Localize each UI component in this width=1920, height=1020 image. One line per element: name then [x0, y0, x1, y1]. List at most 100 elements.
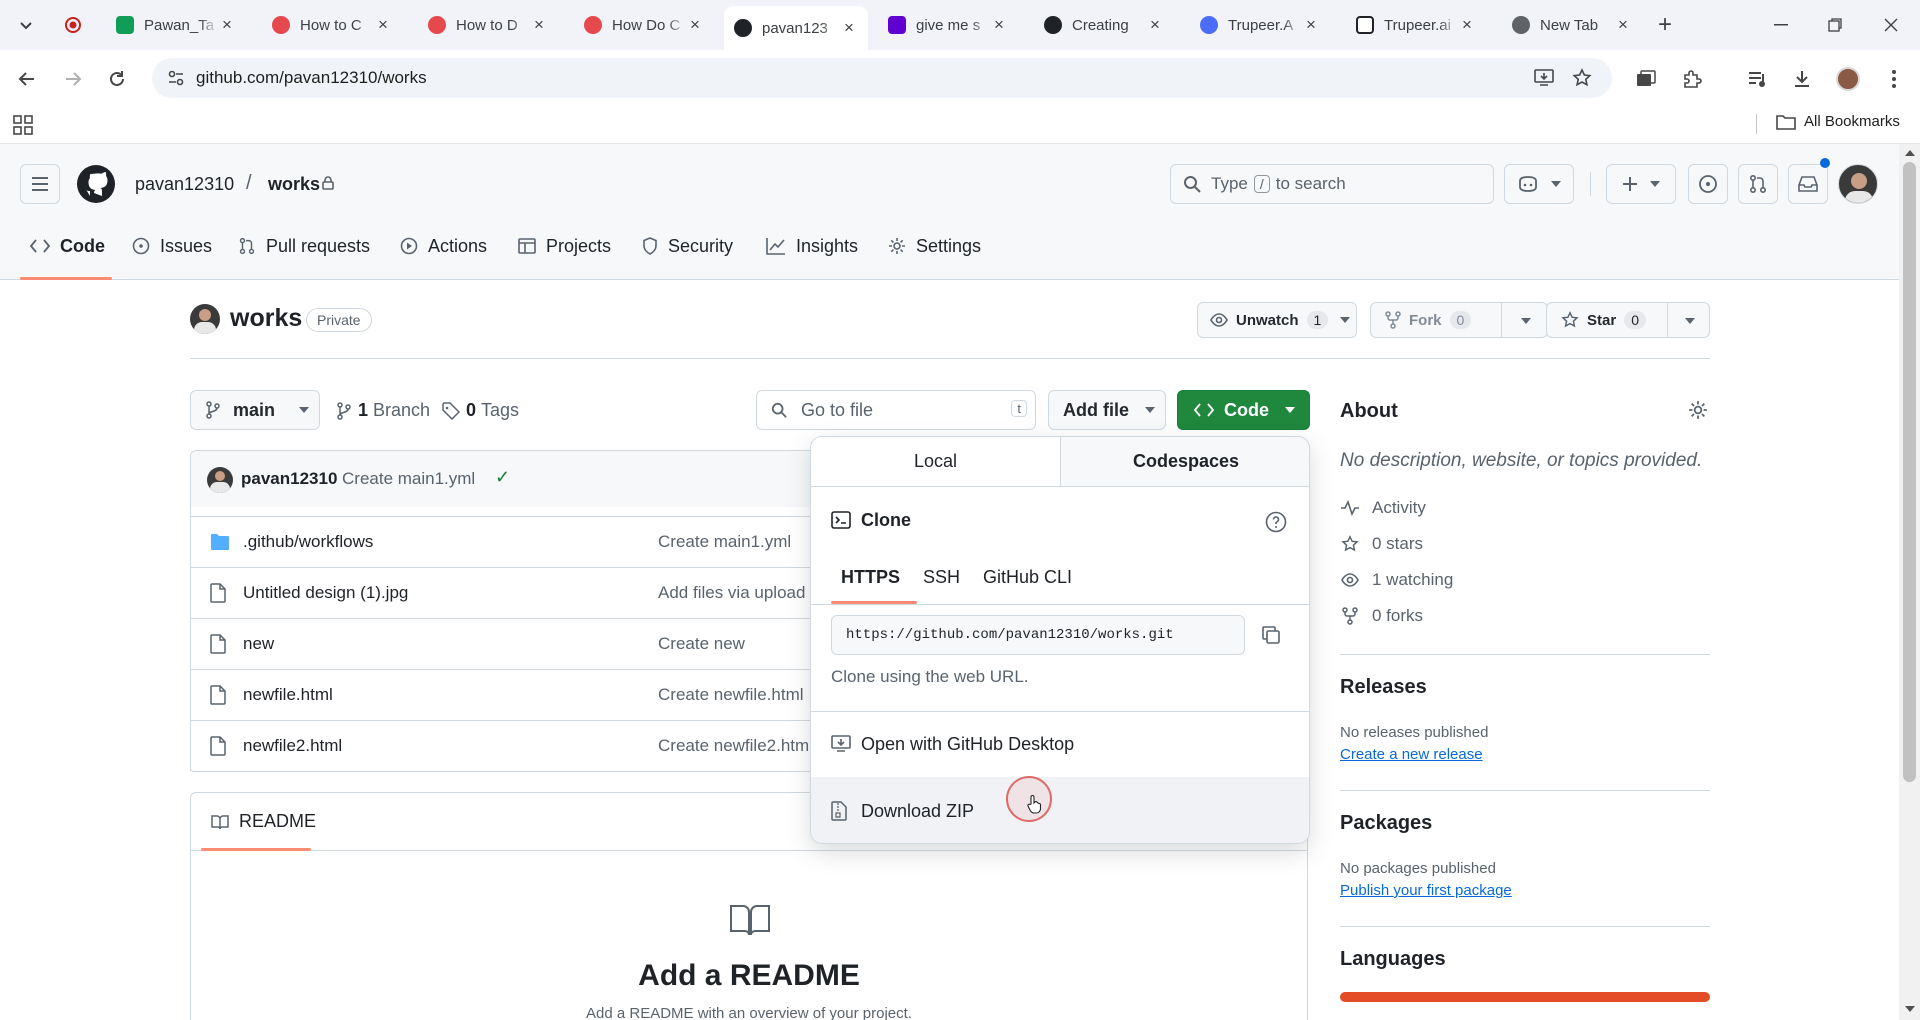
clone-url-input[interactable]: https://github.com/pavan12310/works.git — [831, 615, 1245, 655]
close-tab-icon[interactable]: × — [1614, 15, 1632, 35]
nav-tab-settings[interactable]: Settings — [888, 226, 981, 266]
download-zip[interactable]: Download ZIP — [811, 777, 1309, 843]
tab-groups-icon[interactable] — [1632, 66, 1660, 92]
close-tab-icon[interactable]: × — [374, 15, 392, 35]
scroll-up-icon[interactable] — [1905, 150, 1915, 156]
browser-tab[interactable]: New Tab × — [1502, 8, 1642, 42]
repo-link[interactable]: works — [268, 174, 320, 195]
minimize-icon[interactable] — [1768, 12, 1794, 38]
copy-icon[interactable] — [1261, 625, 1281, 645]
forks-link[interactable]: 0 forks — [1340, 606, 1423, 626]
help-icon[interactable] — [1265, 511, 1287, 533]
recording-dot-icon[interactable] — [64, 16, 82, 34]
close-tab-icon[interactable]: × — [840, 18, 858, 38]
media-controls-icon[interactable] — [1744, 66, 1772, 92]
browser-tab[interactable]: give me s × — [878, 8, 1018, 42]
branches-link[interactable]: 1 Branch — [336, 400, 430, 421]
browser-tab[interactable]: How to C × — [262, 8, 402, 42]
url-text[interactable]: github.com/pavan12310/works — [196, 68, 427, 88]
address-bar[interactable]: github.com/pavan12310/works — [152, 58, 1612, 98]
nav-tab-insights[interactable]: Insights — [766, 226, 858, 266]
owner-link[interactable]: pavan12310 — [135, 174, 234, 195]
issues-button[interactable] — [1688, 164, 1728, 204]
subtab-github-cli[interactable]: GitHub CLI — [983, 567, 1072, 588]
close-tab-icon[interactable]: × — [990, 15, 1008, 35]
code-button[interactable]: Code — [1177, 390, 1310, 430]
commit-message[interactable]: Create main1.yml — [342, 469, 475, 489]
publish-package-link[interactable]: Publish your first package — [1340, 882, 1512, 899]
watching-link[interactable]: 1 watching — [1340, 570, 1453, 590]
browser-tab[interactable]: Creating × — [1034, 8, 1174, 42]
tab-local[interactable]: Local — [811, 437, 1061, 487]
browser-tab-active[interactable]: pavan123 × — [724, 6, 868, 50]
gear-icon[interactable] — [1688, 400, 1708, 420]
file-name[interactable]: newfile.html — [243, 685, 333, 705]
close-tab-icon[interactable]: × — [1146, 15, 1164, 35]
add-file-button[interactable]: Add file — [1048, 390, 1166, 430]
copilot-button[interactable] — [1504, 164, 1574, 204]
star-button[interactable]: Star 0 — [1546, 302, 1710, 338]
branch-selector[interactable]: main — [190, 390, 320, 430]
tab-codespaces[interactable]: Codespaces — [1061, 437, 1309, 487]
close-tab-icon[interactable]: × — [1302, 15, 1320, 35]
github-logo-icon[interactable] — [76, 164, 116, 204]
page-scrollbar[interactable] — [1899, 144, 1920, 1020]
open-github-desktop[interactable]: Open with GitHub Desktop — [811, 712, 1309, 776]
file-commit-message[interactable]: Create main1.yml — [658, 532, 791, 552]
restore-icon[interactable] — [1822, 12, 1848, 38]
back-icon[interactable] — [14, 66, 40, 92]
releases-heading[interactable]: Releases — [1340, 676, 1427, 699]
nav-tab-code[interactable]: Code — [30, 226, 105, 266]
fork-button[interactable]: Fork 0 — [1370, 302, 1548, 338]
file-commit-message[interactable]: Add files via upload — [658, 583, 805, 603]
activity-link[interactable]: Activity — [1340, 498, 1426, 518]
apps-grid-icon[interactable] — [12, 115, 34, 135]
nav-tab-actions[interactable]: Actions — [400, 226, 487, 266]
subtab-ssh[interactable]: SSH — [923, 567, 960, 588]
pull-requests-button[interactable] — [1738, 164, 1778, 204]
create-release-link[interactable]: Create a new release — [1340, 746, 1483, 763]
go-to-file-input[interactable]: Go to file t — [756, 390, 1036, 430]
close-tab-icon[interactable]: × — [686, 15, 704, 35]
forward-icon[interactable] — [60, 66, 86, 92]
file-commit-message[interactable]: Create newfile.html — [658, 685, 804, 705]
check-icon[interactable]: ✓ — [495, 467, 510, 488]
close-window-icon[interactable] — [1878, 12, 1904, 38]
downloads-icon[interactable] — [1788, 66, 1816, 92]
readme-tab[interactable]: README — [211, 811, 316, 832]
commit-author[interactable]: pavan12310 — [241, 469, 337, 489]
browser-tab[interactable]: How to D × — [418, 8, 558, 42]
stars-link[interactable]: 0 stars — [1340, 534, 1423, 554]
create-new-button[interactable] — [1606, 164, 1676, 204]
browser-tab[interactable]: How Do C × — [574, 8, 714, 42]
new-tab-icon[interactable]: + — [1652, 11, 1678, 38]
nav-tab-projects[interactable]: Projects — [518, 226, 611, 266]
extensions-icon[interactable] — [1678, 66, 1706, 92]
tags-link[interactable]: 0 Tags — [442, 400, 519, 421]
hamburger-menu-button[interactable] — [20, 164, 60, 204]
install-app-icon[interactable] — [1532, 66, 1556, 90]
reload-icon[interactable] — [104, 66, 130, 92]
file-name[interactable]: .github/workflows — [243, 532, 373, 552]
file-commit-message[interactable]: Create new — [658, 634, 745, 654]
scrollbar-thumb[interactable] — [1903, 162, 1916, 782]
browser-tab[interactable]: Trupeer.A × — [1190, 8, 1330, 42]
inbox-button[interactable] — [1788, 164, 1828, 204]
subtab-https[interactable]: HTTPS — [841, 567, 900, 588]
repo-title[interactable]: works — [230, 304, 302, 333]
chrome-menu-icon[interactable] — [1884, 66, 1904, 92]
file-name[interactable]: new — [243, 634, 274, 654]
scroll-down-icon[interactable] — [1905, 1006, 1915, 1012]
close-tab-icon[interactable]: × — [218, 15, 236, 35]
packages-heading[interactable]: Packages — [1340, 812, 1432, 835]
file-name[interactable]: Untitled design (1).jpg — [243, 583, 408, 603]
file-name[interactable]: newfile2.html — [243, 736, 342, 756]
global-search-input[interactable]: Type / to search — [1170, 164, 1494, 204]
file-commit-message[interactable]: Create newfile2.html — [658, 736, 813, 756]
close-tab-icon[interactable]: × — [530, 15, 548, 35]
nav-tab-issues[interactable]: Issues — [132, 226, 212, 266]
all-bookmarks-button[interactable]: All Bookmarks — [1776, 113, 1900, 130]
close-tab-icon[interactable]: × — [1458, 15, 1476, 35]
user-avatar[interactable] — [1838, 164, 1878, 204]
tab-search-icon[interactable] — [14, 13, 38, 37]
